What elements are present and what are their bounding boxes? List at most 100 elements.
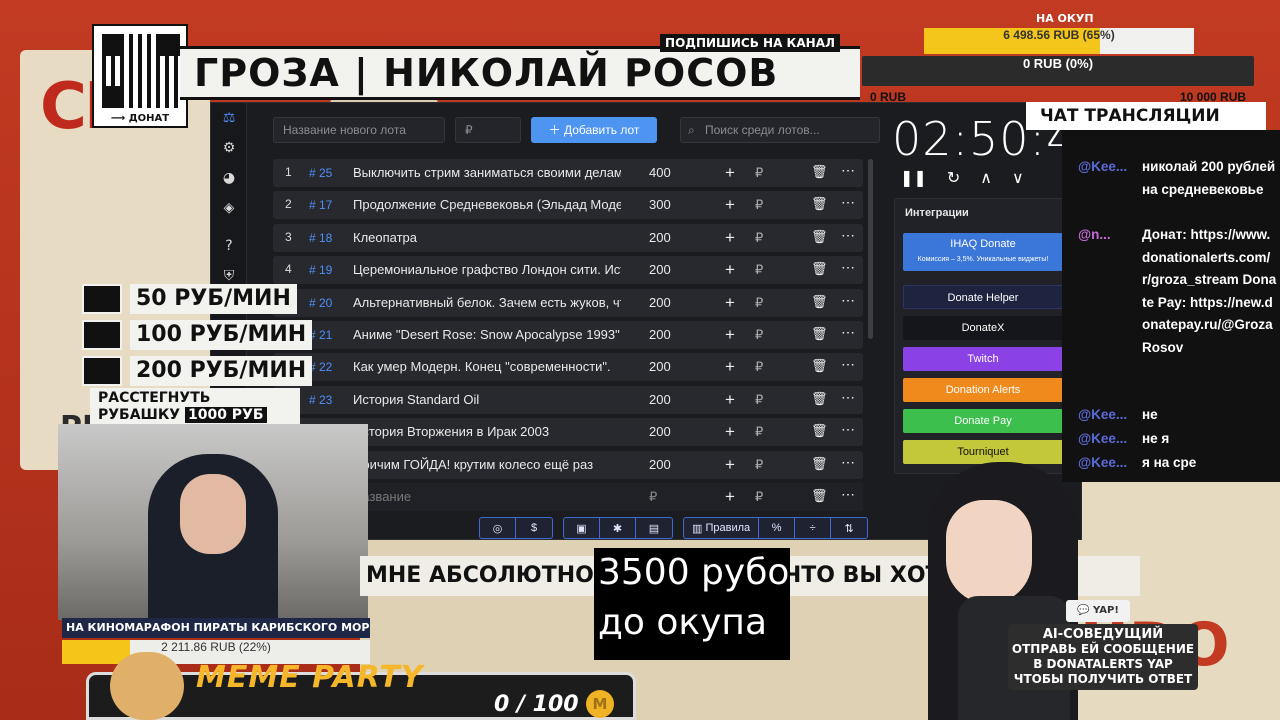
settings-gear-icon[interactable]: ⚙	[211, 133, 247, 163]
more-icon[interactable]: ⋯	[841, 194, 855, 211]
tourniquet-button[interactable]: Tourniquet	[903, 440, 1063, 464]
currency-input[interactable]: ₽	[755, 327, 763, 343]
help-icon[interactable]: ?	[211, 231, 247, 261]
donate-qr-code[interactable]: ⟶ ДОНАТ	[92, 24, 188, 128]
dollar-icon[interactable]: $	[516, 518, 552, 538]
trash-icon[interactable]: 🗑	[811, 196, 828, 212]
trash-icon[interactable]: 🗑	[811, 261, 828, 277]
chat-text: не	[1142, 407, 1158, 422]
currency-input[interactable]: ₽	[755, 197, 763, 213]
lot-name[interactable]: Церемониальное графство Лондон сити. Ист	[353, 262, 621, 277]
clear-icon[interactable]: ▤	[636, 518, 672, 538]
auction-hammer-icon[interactable]: ⚖	[211, 103, 247, 133]
currency-input[interactable]: ₽	[755, 392, 763, 408]
lot-name[interactable]: Выключить стрим заниматься своими делам	[353, 165, 621, 180]
more-icon[interactable]: ⋯	[841, 259, 855, 276]
lot-name[interactable]: Аниме "Desert Rose: Snow Apocalypse 1993…	[353, 327, 621, 342]
add-amount-icon[interactable]: +	[725, 163, 735, 183]
save-icon[interactable]: ▣	[564, 518, 600, 538]
donatex-button[interactable]: DonateX	[903, 316, 1063, 340]
percent-icon[interactable]: %	[759, 518, 796, 538]
trash-icon[interactable]: 🗑	[811, 488, 828, 504]
add-amount-icon[interactable]: +	[725, 195, 735, 215]
add-amount-icon[interactable]: +	[725, 293, 735, 313]
lot-row[interactable]: 6# 21Аниме "Desert Rose: Snow Apocalypse…	[273, 320, 863, 349]
increase-icon[interactable]: ∧	[980, 168, 992, 187]
trash-icon[interactable]: 🗑	[811, 423, 828, 439]
more-icon[interactable]: ⋯	[841, 486, 855, 503]
bug-icon[interactable]: ✱	[600, 518, 636, 538]
sort-icon[interactable]: ⇅	[831, 518, 867, 538]
lot-row[interactable]: 3 # 18 Клеопатра 200 + ₽ 🗑 ⋯	[273, 223, 863, 252]
goal-remaining-overlay: 3500 рубо до окупа	[594, 548, 790, 660]
pause-icon[interactable]: ❚❚	[900, 168, 927, 187]
twitch-button[interactable]: Twitch	[903, 347, 1063, 371]
more-icon[interactable]: ⋯	[841, 421, 855, 438]
currency-input[interactable]: ₽	[755, 359, 763, 375]
more-icon[interactable]: ⋯	[841, 389, 855, 406]
more-icon[interactable]: ⋯	[841, 356, 855, 373]
donation-alerts-button[interactable]: Donation Alerts	[903, 378, 1063, 402]
donate-pay-button[interactable]: Donate Pay	[903, 409, 1063, 433]
add-amount-icon[interactable]: +	[725, 390, 735, 410]
lot-row[interactable]: 5# 20Альтернативный белок. Зачем есть жу…	[273, 288, 863, 317]
currency-input[interactable]: ₽	[755, 165, 763, 181]
trash-icon[interactable]: 🗑	[811, 229, 828, 245]
more-icon[interactable]: ⋯	[841, 162, 855, 179]
currency-input[interactable]: ₽	[755, 295, 763, 311]
trash-icon[interactable]: 🗑	[811, 456, 828, 472]
trash-icon[interactable]: 🗑	[811, 294, 828, 310]
currency-input[interactable]: ₽	[755, 424, 763, 440]
more-icon[interactable]: ⋯	[841, 324, 855, 341]
add-amount-icon[interactable]: +	[725, 260, 735, 280]
more-icon[interactable]: ⋯	[841, 454, 855, 471]
lot-row[interactable]: 4 # 19 Церемониальное графство Лондон сити…	[273, 256, 863, 285]
lot-name[interactable]: Причим ГОЙДА! крутим колесо ещё раз	[353, 457, 621, 472]
add-lot-button[interactable]: ＋ Добавить лот	[531, 117, 657, 143]
add-amount-icon[interactable]: +	[725, 357, 735, 377]
decrease-icon[interactable]: ∨	[1012, 168, 1024, 187]
lot-name[interactable]: История Вторжения в Ирак 2003	[353, 424, 621, 439]
lot-name[interactable]: Альтернативный белок. Зачем есть жуков, …	[353, 295, 621, 310]
trash-icon[interactable]: 🗑	[811, 326, 828, 342]
currency-input[interactable]: ₽	[755, 262, 763, 278]
more-icon[interactable]: ⋯	[841, 227, 855, 244]
new-lot-name-placeholder[interactable]: Название	[353, 489, 621, 504]
split-icon[interactable]: ÷	[795, 518, 832, 538]
new-lot-amount-input[interactable]: ₽	[455, 117, 521, 143]
trash-icon[interactable]: 🗑	[811, 358, 828, 374]
currency-input[interactable]: ₽	[649, 489, 657, 505]
lot-row[interactable]: 1 # 25 Выключить стрим заниматься своими д…	[273, 159, 863, 187]
lot-name[interactable]: Клеопатра	[353, 230, 621, 245]
search-placeholder: Поиск среди лотов...	[705, 123, 820, 137]
new-lot-name-input[interactable]: Название нового лота	[273, 117, 445, 143]
currency-input[interactable]: ₽	[755, 230, 763, 246]
lot-name[interactable]: Как умер Модерн. Конец "современности".	[353, 359, 621, 374]
reset-icon[interactable]: ↻	[947, 168, 960, 187]
add-amount-icon[interactable]: +	[725, 422, 735, 442]
rules-button[interactable]: ▥ Правила	[684, 518, 760, 538]
trash-icon[interactable]: 🗑	[811, 391, 828, 407]
lot-name[interactable]: История Standard Oil	[353, 392, 621, 407]
currency-input[interactable]: ₽	[755, 457, 763, 473]
lots-scrollbar[interactable]	[868, 159, 873, 339]
add-amount-icon[interactable]: +	[725, 455, 735, 475]
layers-icon[interactable]: ◈	[211, 193, 247, 223]
lot-row[interactable]: 2 # 17 Продолжение Средневековья (Эльдад М…	[273, 191, 863, 220]
ihaq-sublabel: Комиссия – 3,5%. Уникальные виджеты!	[917, 256, 1049, 263]
add-amount-icon[interactable]: +	[725, 487, 735, 507]
trash-icon[interactable]: 🗑	[811, 164, 828, 180]
lot-name[interactable]: Продолжение Средневековья (Эльдад Модер	[353, 197, 621, 212]
lot-id: # 19	[309, 263, 333, 278]
ihaq-donate-button[interactable]: IHAQ Donate Комиссия – 3,5%. Уникальные …	[903, 233, 1063, 271]
add-amount-icon[interactable]: +	[725, 228, 735, 248]
more-icon[interactable]: ⋯	[841, 292, 855, 309]
github-icon[interactable]: ◎	[480, 518, 516, 538]
lot-search-input[interactable]: ⌕ Поиск среди лотов...	[680, 117, 880, 143]
lot-row[interactable]: 8# 23История Standard Oil200+₽🗑⋯	[273, 385, 863, 414]
lot-row[interactable]: 7# 22Как умер Модерн. Конец "современнос…	[273, 353, 863, 382]
ai-host-line-3: В DONATALERTS YAP	[1033, 657, 1173, 671]
wheel-chart-icon[interactable]: ◕	[211, 163, 247, 193]
add-amount-icon[interactable]: +	[725, 325, 735, 345]
donate-helper-button[interactable]: Donate Helper	[903, 285, 1063, 309]
